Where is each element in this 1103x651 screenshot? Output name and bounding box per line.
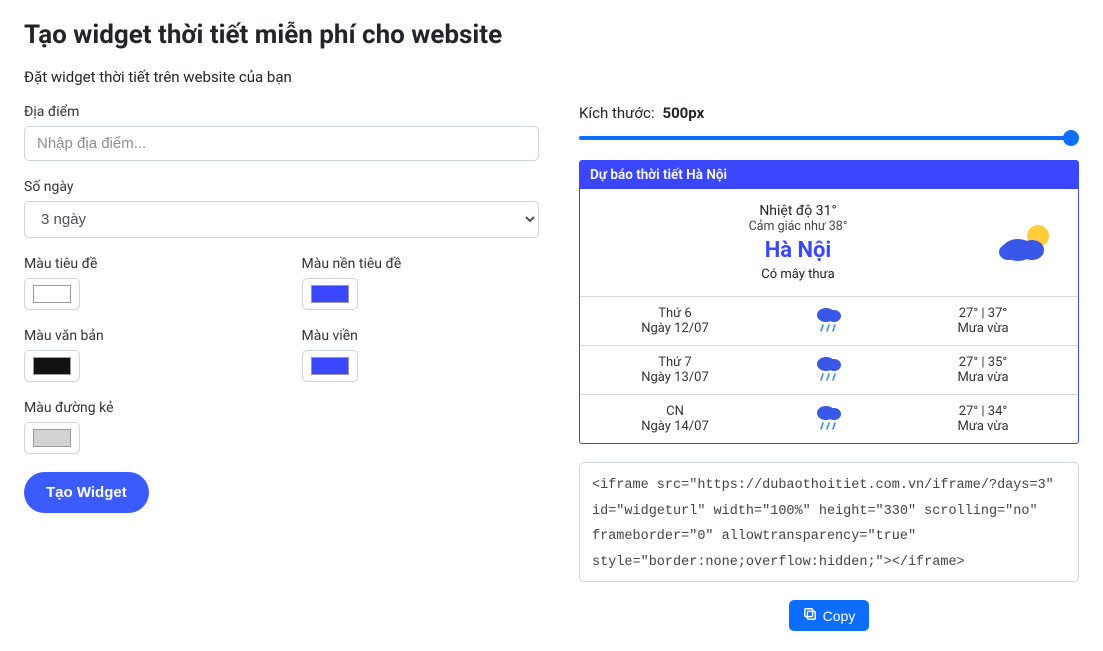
days-label: Số ngày [24,179,539,195]
size-value: 500px [662,104,704,122]
day-condition: Mưa vừa [906,419,1060,434]
config-panel: Địa điểm Số ngày 3 ngày Màu tiêu đề Màu … [24,104,539,631]
location-input[interactable] [24,126,539,161]
day-temps: 27° | 37° [906,306,1060,321]
border-color-label: Màu viền [302,328,540,344]
slider-thumb[interactable] [1063,130,1079,146]
page-title: Tạo widget thời tiết miễn phí cho websit… [24,20,1079,50]
day-condition: Mưa vừa [906,370,1060,385]
location-label: Địa điểm [24,104,539,120]
day-temps: 27° | 35° [906,355,1060,370]
border-color-picker[interactable] [302,350,358,382]
rain-icon [814,403,844,431]
line-color-label: Màu đường kẻ [24,400,539,416]
slider-track [579,136,1079,140]
text-color-picker[interactable] [24,350,80,382]
current-feels-like: Cảm giác như 38° [600,219,996,234]
day-date: Ngày 13/07 [598,370,752,385]
title-color-label: Màu tiêu đề [24,256,262,272]
rain-icon [814,354,844,382]
rain-icon [814,305,844,333]
line-color-swatch [33,429,71,447]
days-select[interactable]: 3 ngày [24,201,539,238]
size-label: Kích thước: [579,104,654,122]
title-bg-label: Màu nền tiêu đề [302,256,540,272]
sun-cloud-icon [996,220,1058,266]
day-name: Thứ 6 [598,306,752,321]
title-bg-swatch [311,285,349,303]
day-condition: Mưa vừa [906,321,1060,336]
day-name: Thứ 7 [598,355,752,370]
title-bg-picker[interactable] [302,278,358,310]
current-city: Hà Nội [600,238,996,263]
title-color-picker[interactable] [24,278,80,310]
forecast-row: Thứ 6 Ngày 12/07 27° | 37° [580,297,1078,346]
copy-label: Copy [823,608,856,624]
current-condition: Có mây thưa [600,267,996,282]
day-name: CN [598,404,752,419]
widget-header: Dự báo thời tiết Hà Nội [580,161,1078,189]
day-temps: 27° | 34° [906,404,1060,419]
forecast-row: CN Ngày 14/07 27° | 34° [580,395,1078,443]
preview-panel: Kích thước: 500px Dự báo thời tiết Hà Nộ… [579,104,1079,631]
border-color-swatch [311,357,349,375]
title-color-swatch [33,285,71,303]
forecast-row: Thứ 7 Ngày 13/07 27° | 35° [580,346,1078,395]
page-subtitle: Đặt widget thời tiết trên website của bạ… [24,68,1079,86]
copy-button[interactable]: Copy [789,600,870,631]
line-color-picker[interactable] [24,422,80,454]
create-widget-button[interactable]: Tạo Widget [24,472,149,513]
weather-widget-preview: Dự báo thời tiết Hà Nội Nhiệt độ 31° Cảm… [579,160,1079,444]
text-color-label: Màu văn bản [24,328,262,344]
day-date: Ngày 14/07 [598,419,752,434]
size-slider[interactable] [579,132,1079,144]
current-temp: Nhiệt độ 31° [600,203,996,219]
embed-code-textarea[interactable] [579,462,1079,582]
copy-icon [803,607,817,624]
text-color-swatch [33,357,71,375]
day-date: Ngày 12/07 [598,321,752,336]
